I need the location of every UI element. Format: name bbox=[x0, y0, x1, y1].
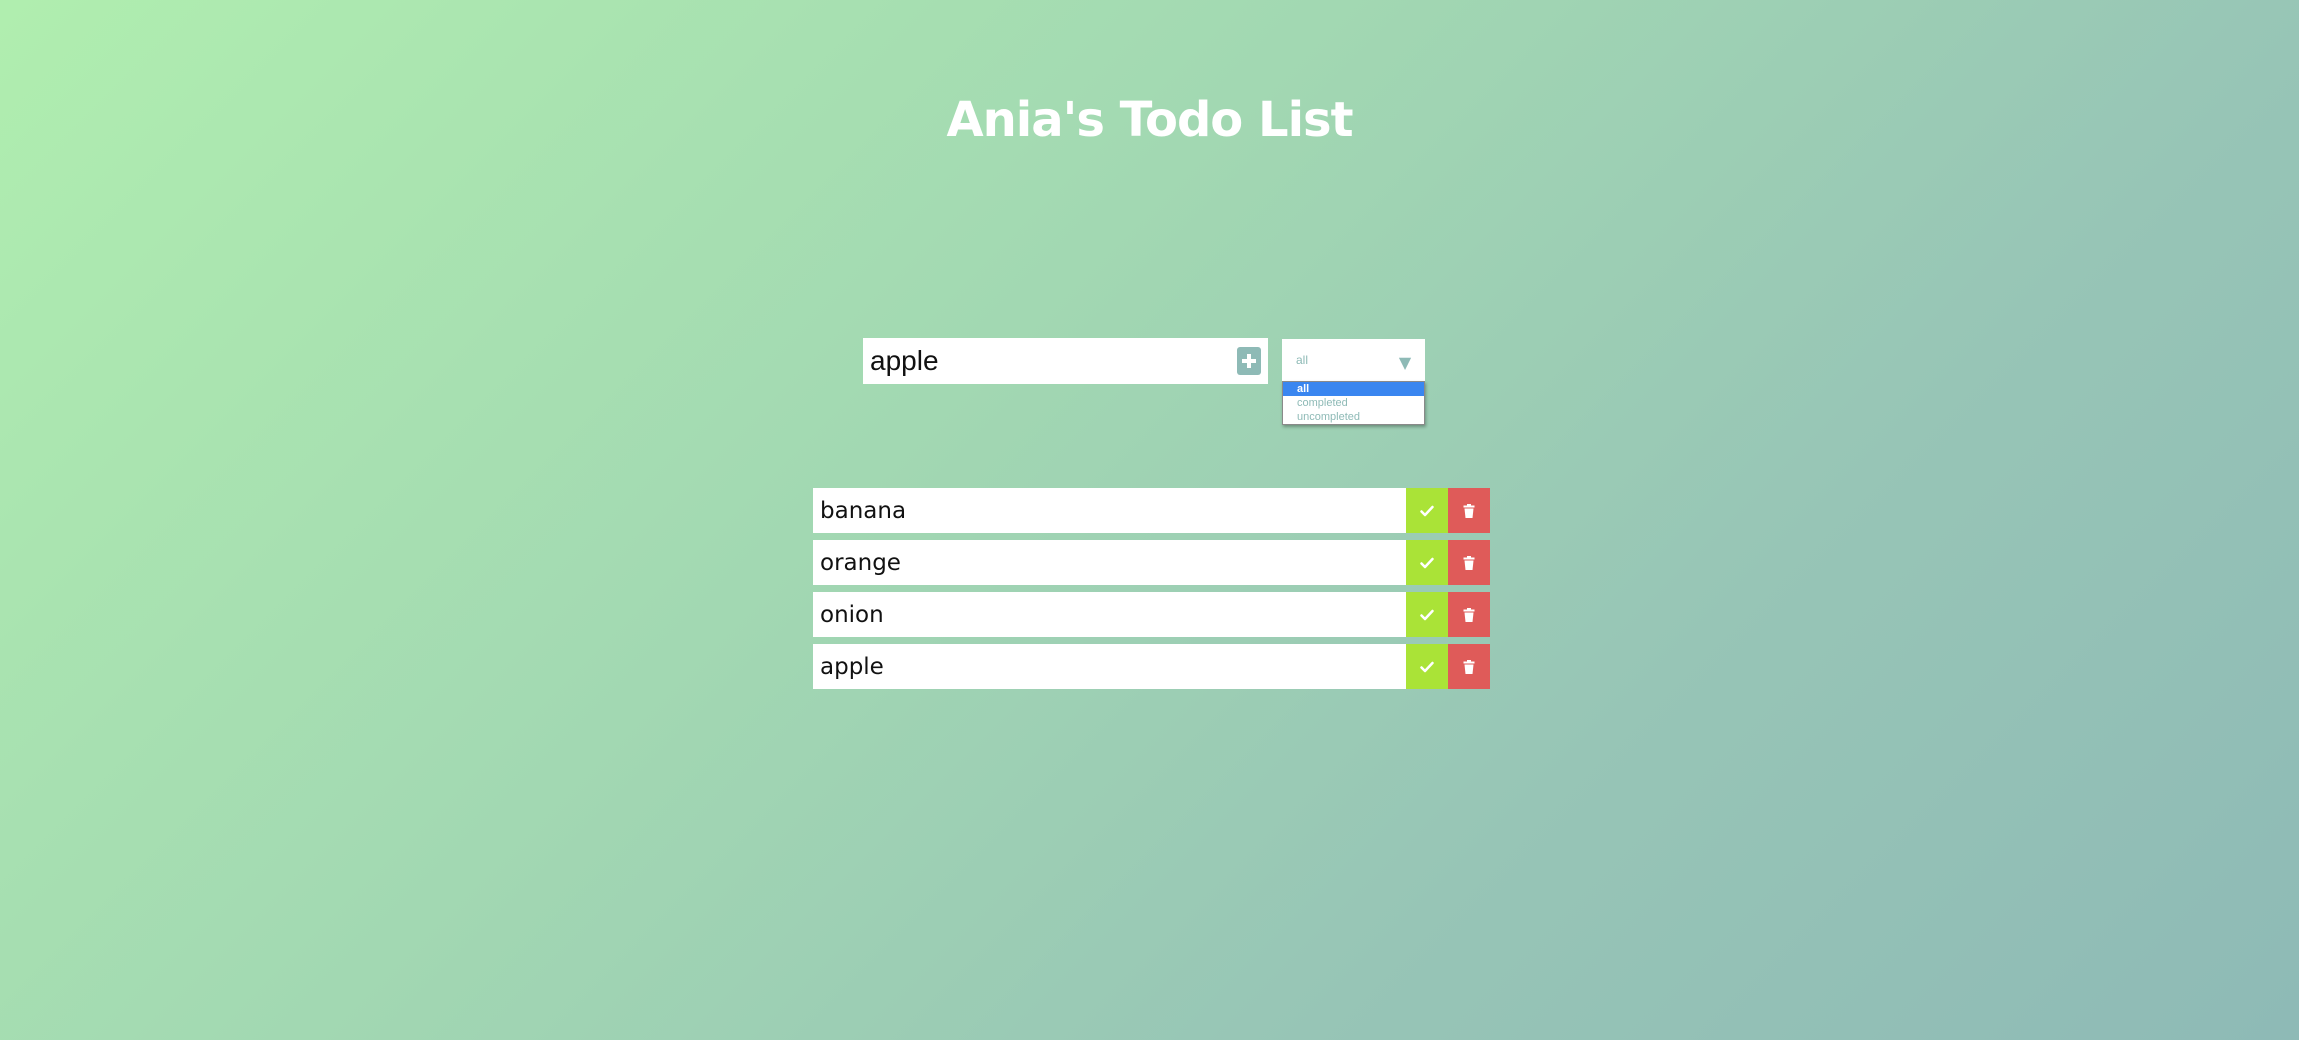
filter-dropdown-list: all completed uncompleted bbox=[1282, 381, 1425, 425]
todo-item: apple bbox=[813, 644, 1490, 689]
filter-option-uncompleted[interactable]: uncompleted bbox=[1283, 410, 1424, 424]
complete-button[interactable] bbox=[1406, 592, 1448, 637]
complete-button[interactable] bbox=[1406, 540, 1448, 585]
check-icon bbox=[1420, 557, 1434, 568]
complete-button[interactable] bbox=[1406, 644, 1448, 689]
add-todo-button[interactable] bbox=[1237, 347, 1261, 375]
check-icon bbox=[1420, 661, 1434, 672]
trash-icon bbox=[1463, 555, 1475, 570]
todo-form bbox=[863, 338, 1268, 384]
filter-selected-value: all bbox=[1296, 353, 1309, 367]
todo-text: onion bbox=[820, 601, 884, 628]
todo-item: orange bbox=[813, 540, 1490, 585]
trash-icon bbox=[1463, 659, 1475, 674]
trash-button[interactable] bbox=[1448, 488, 1490, 533]
trash-icon bbox=[1463, 503, 1475, 518]
todo-text: apple bbox=[820, 653, 884, 680]
filter-option-all[interactable]: all bbox=[1283, 382, 1424, 396]
plus-square-icon bbox=[1242, 354, 1256, 368]
todo-list: banana orange onion apple bbox=[813, 488, 1490, 696]
trash-button[interactable] bbox=[1448, 592, 1490, 637]
filter-select[interactable]: all ▼ bbox=[1282, 339, 1425, 381]
check-icon bbox=[1420, 505, 1434, 516]
check-icon bbox=[1420, 609, 1434, 620]
trash-button[interactable] bbox=[1448, 540, 1490, 585]
trash-icon bbox=[1463, 607, 1475, 622]
trash-button[interactable] bbox=[1448, 644, 1490, 689]
todo-input[interactable] bbox=[870, 338, 1231, 384]
todo-text: orange bbox=[820, 549, 901, 576]
complete-button[interactable] bbox=[1406, 488, 1448, 533]
todo-text: banana bbox=[820, 497, 907, 524]
filter-option-completed[interactable]: completed bbox=[1283, 396, 1424, 410]
todo-item: onion bbox=[813, 592, 1490, 637]
todo-item: banana bbox=[813, 488, 1490, 533]
chevron-down-icon: ▼ bbox=[1398, 352, 1412, 372]
page-title: Ania's Todo List bbox=[946, 92, 1353, 148]
